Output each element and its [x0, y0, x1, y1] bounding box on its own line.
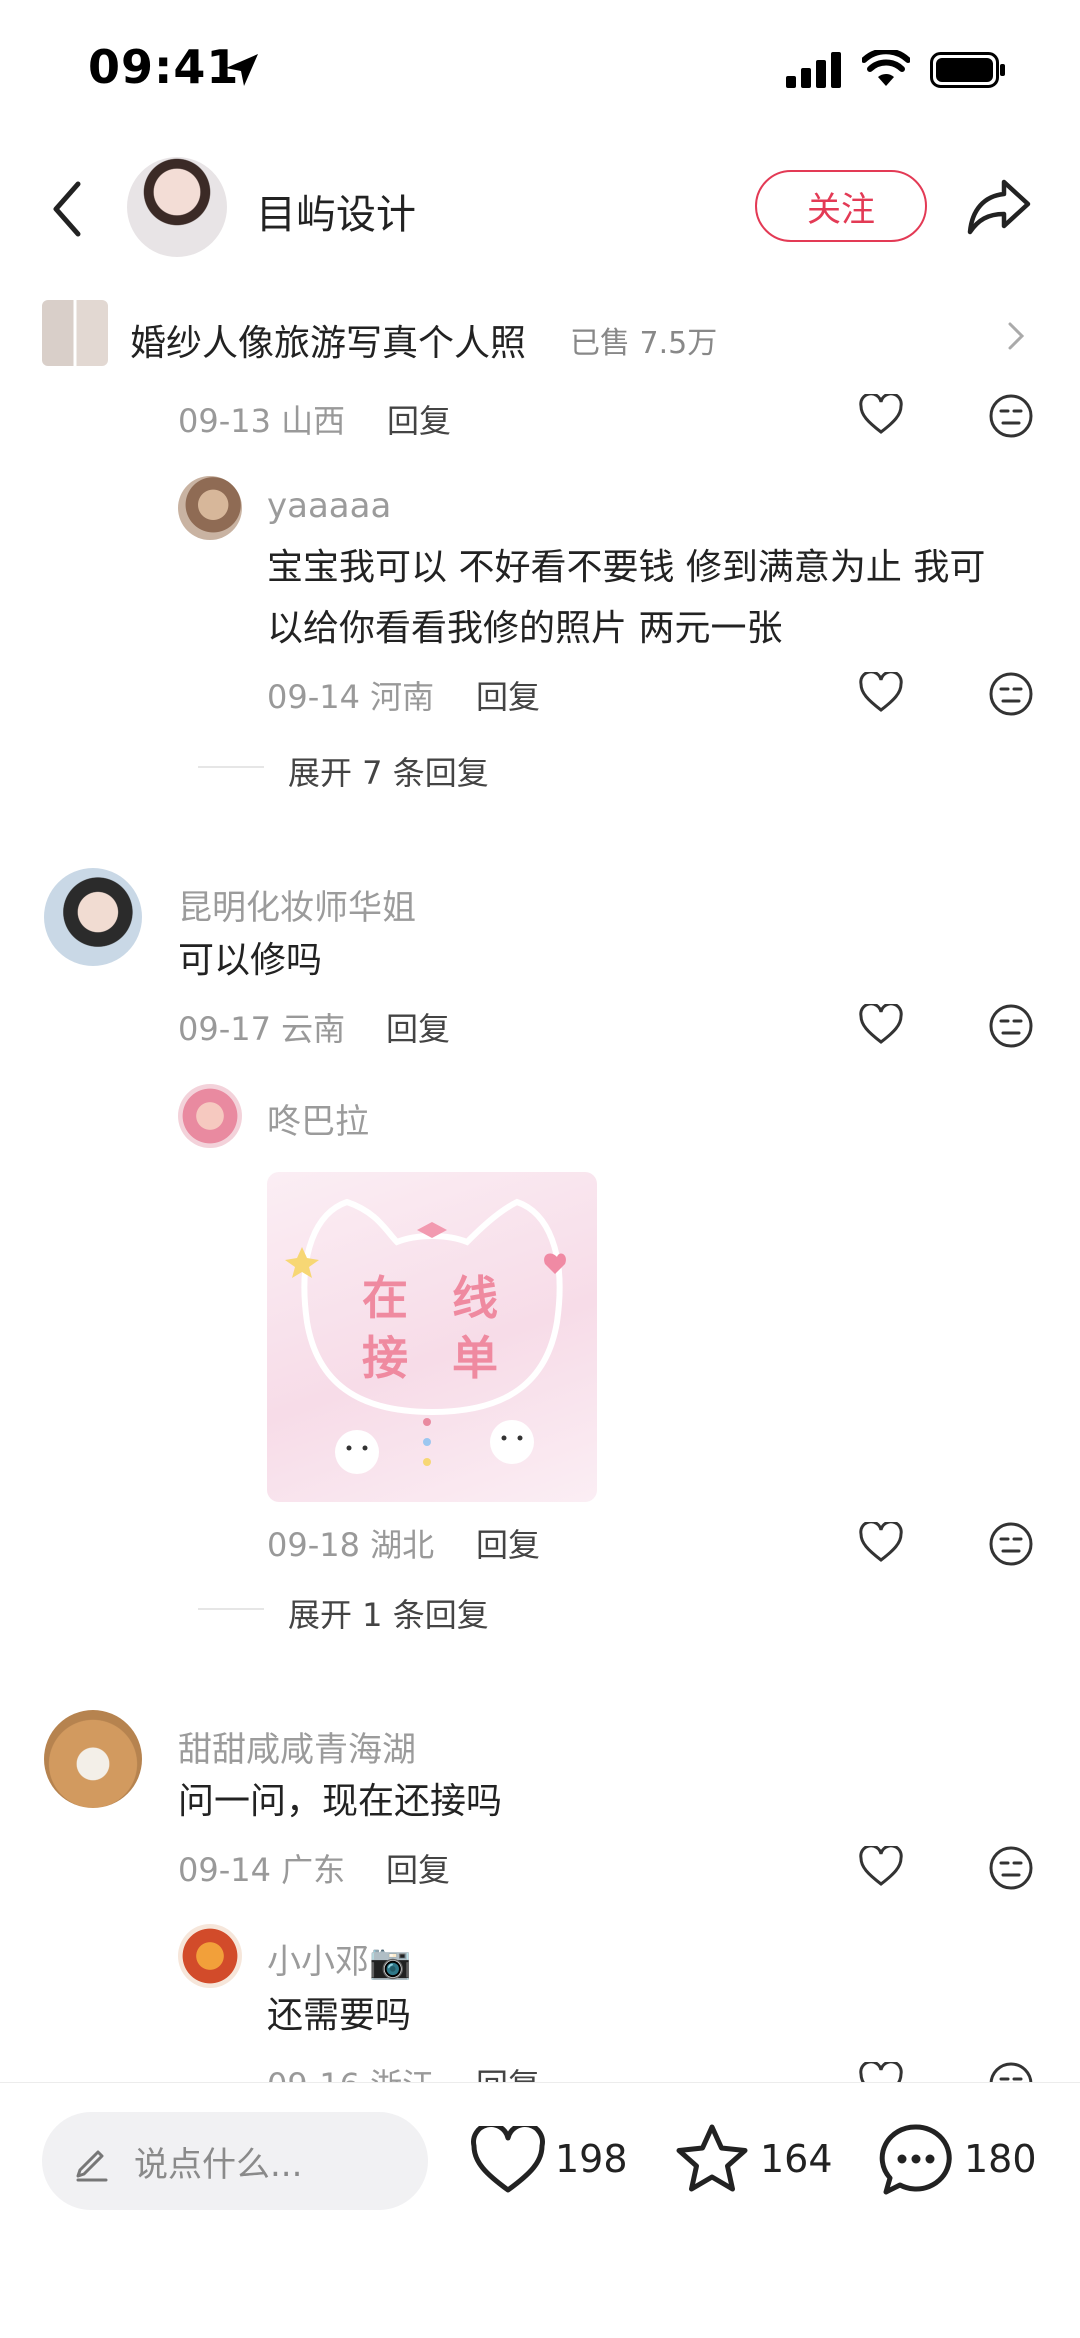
comment-username[interactable]: 甜甜咸咸青海湖 — [178, 1722, 416, 1771]
dislike-face-icon[interactable] — [988, 671, 1034, 717]
comment-username[interactable]: yaaaaa — [267, 486, 391, 526]
reply-button[interactable]: 回复 — [386, 1845, 450, 1891]
reply-button[interactable]: 回复 — [476, 1520, 540, 1566]
heart-icon[interactable] — [858, 1522, 904, 1564]
favorite-star-icon[interactable] — [674, 2122, 750, 2196]
expand-replies-button[interactable]: 展开 1 条回复 — [288, 1590, 489, 1636]
expand-divider — [198, 766, 264, 768]
dislike-face-icon[interactable] — [988, 1845, 1034, 1891]
comment-input-placeholder: 说点什么... — [134, 2145, 303, 2185]
comment-date-region: 09-14 河南 — [267, 678, 435, 716]
favorite-count[interactable]: 164 — [760, 2137, 833, 2181]
comment-count[interactable]: 180 — [964, 2137, 1037, 2181]
sticker-text-line: 在 线 — [362, 1271, 513, 1325]
status-time: 09:41 — [88, 40, 240, 94]
author-name[interactable]: 目屿设计 — [256, 182, 416, 240]
user-avatar[interactable] — [178, 476, 242, 540]
dislike-face-icon[interactable] — [988, 393, 1034, 439]
product-thumbnail[interactable] — [42, 300, 108, 366]
user-avatar[interactable] — [178, 1084, 242, 1148]
heart-icon[interactable] — [858, 672, 904, 714]
expand-replies-button[interactable]: 展开 7 条回复 — [288, 748, 489, 794]
user-avatar[interactable] — [44, 868, 142, 966]
wifi-icon — [862, 50, 910, 86]
comment-date-region: 09-13 山西 — [178, 402, 346, 440]
dislike-face-icon[interactable] — [988, 1003, 1034, 1049]
comment-text: 可以修吗 — [178, 940, 323, 981]
heart-icon[interactable] — [858, 1004, 904, 1046]
comment-text: 问一问，现在还接吗 — [178, 1781, 503, 1822]
product-sold-count: 已售 7.5万 — [570, 326, 718, 361]
pencil-icon — [76, 2150, 108, 2182]
expand-divider — [198, 1608, 264, 1610]
share-icon[interactable] — [966, 176, 1032, 238]
comment-text-line: 宝宝我可以 不好看不要钱 修到满意为止 我可 — [267, 547, 986, 588]
comment-username[interactable]: 小小邓📷 — [267, 1934, 411, 1983]
comment-text: 还需要吗 — [267, 1995, 412, 2036]
comment-bubble-icon[interactable] — [878, 2122, 954, 2198]
product-title[interactable]: 婚纱人像旅游写真个人照 — [130, 314, 526, 366]
comment-date-region: 09-17 云南 — [178, 1010, 346, 1048]
cellular-signal-icon — [786, 52, 841, 88]
like-count[interactable]: 198 — [555, 2137, 628, 2181]
reply-button[interactable]: 回复 — [387, 396, 451, 442]
comment-date-region: 09-14 广东 — [178, 1851, 346, 1889]
location-arrow-icon — [226, 54, 258, 86]
sticker-text-line: 接 单 — [362, 1331, 513, 1385]
comment-text-line: 以给你看看我修的照片 两元一张 — [267, 608, 783, 649]
reply-button[interactable]: 回复 — [476, 672, 540, 718]
heart-icon[interactable] — [858, 394, 904, 436]
user-avatar[interactable] — [178, 1924, 242, 1988]
author-avatar[interactable] — [127, 157, 227, 257]
heart-icon[interactable] — [858, 1846, 904, 1888]
like-heart-icon[interactable] — [470, 2126, 546, 2196]
comment-username[interactable]: 咚巴拉 — [267, 1094, 369, 1143]
comment-username[interactable]: 昆明化妆师华姐 — [178, 880, 416, 929]
sticker-image[interactable]: 在 线 接 单 — [267, 1172, 597, 1502]
follow-button[interactable]: 关注 — [755, 170, 927, 242]
back-chevron-icon[interactable] — [48, 178, 88, 240]
battery-icon — [930, 52, 1005, 88]
comment-date-region: 09-18 湖北 — [267, 1526, 435, 1564]
dislike-face-icon[interactable] — [988, 1521, 1034, 1567]
chevron-right-icon[interactable] — [1004, 318, 1028, 354]
user-avatar[interactable] — [44, 1710, 142, 1808]
reply-button[interactable]: 回复 — [386, 1004, 450, 1050]
